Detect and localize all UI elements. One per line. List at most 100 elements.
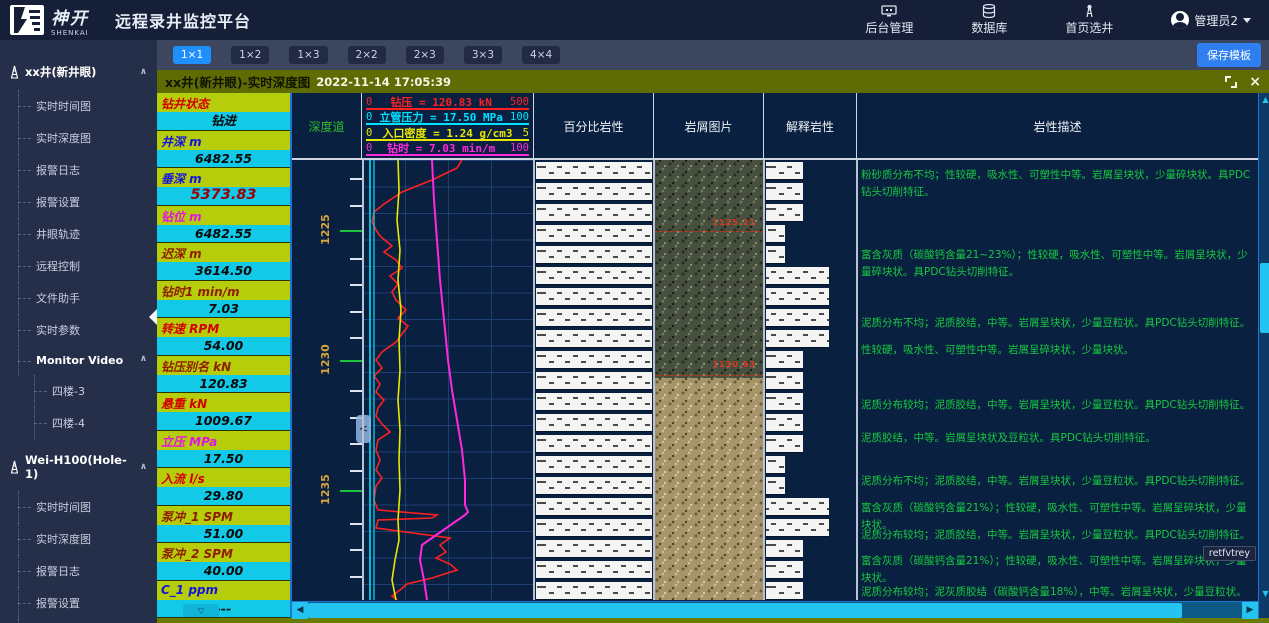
close-icon[interactable]: ×: [1249, 76, 1261, 88]
logo-en: SHENKAI: [51, 29, 89, 37]
sidebar-well-1[interactable]: Wei-H100(Hole-1)∧: [8, 453, 157, 481]
sidebar: xx井(新井眼)∧实时时间图实时深度图报警日志报警设置井眼轨迹远程控制文件助手实…: [0, 40, 157, 623]
litho-strip: [536, 477, 652, 494]
sidebar-item-monitor-video[interactable]: Monitor Video∧: [6, 346, 157, 375]
minor-tick: [350, 258, 362, 260]
app-title: 远程录井监控平台: [115, 8, 251, 32]
sidebar-item-报警设置[interactable]: 报警设置: [6, 587, 157, 619]
sidebar-collapse-handle[interactable]: [149, 308, 157, 326]
curve-入口密度: [392, 160, 401, 600]
cuttings-photo-tan: [654, 378, 764, 600]
logo-cn: 神开: [51, 4, 89, 29]
param-row: 泵冲_2 SPM40.00: [157, 543, 290, 581]
legend-min: 0: [366, 112, 372, 123]
minor-tick: [350, 178, 362, 180]
param-label: 井深 m: [157, 131, 290, 150]
sidebar-item-实时深度图[interactable]: 实时深度图: [6, 523, 157, 555]
litho-strip: [536, 498, 652, 515]
litho-strip: [536, 246, 652, 263]
horizontal-scroll-thumb[interactable]: [308, 603, 1182, 618]
param-row: 转速 RPM54.00: [157, 318, 290, 356]
layout-button-2×3[interactable]: 2×3: [406, 46, 444, 64]
legend-text: 入口密度 = 1.24 g/cm3: [382, 128, 512, 139]
param-label: 泵冲_2 SPM: [157, 543, 290, 562]
layout-button-1×3[interactable]: 1×3: [289, 46, 327, 64]
logo: 神开 SHENKAI: [0, 4, 89, 37]
scroll-up-arrow[interactable]: ▲: [1259, 93, 1269, 107]
scroll-left-arrow[interactable]: ◀: [292, 602, 308, 619]
major-tick: [340, 490, 362, 492]
param-value: 17.50: [157, 450, 290, 468]
nav-backend[interactable]: 后台管理: [865, 4, 913, 36]
sidebar-item-报警日志[interactable]: 报警日志: [6, 555, 157, 587]
vertical-scroll-thumb[interactable]: [1260, 263, 1269, 333]
sidebar-item-井眼轨迹[interactable]: 井眼轨迹: [6, 619, 157, 623]
param-label: 钻位 m: [157, 206, 290, 225]
param-row: 垂深 m5373.83: [157, 168, 290, 206]
layout-buttons: 1×1 1×2 1×3 2×2 2×3 3×3 4×4: [173, 46, 560, 64]
col-header-interp-litho: 解释岩性: [764, 93, 857, 160]
layout-toolbar: 1×1 1×2 1×3 2×2 2×3 3×3 4×4 保存模板: [157, 40, 1269, 70]
sidebar-item-文件助手[interactable]: 文件助手: [6, 282, 157, 314]
user-menu[interactable]: 管理员2: [1171, 11, 1251, 29]
sidebar-item-实时参数[interactable]: 实时参数: [6, 314, 157, 346]
param-value: 40.00: [157, 562, 290, 580]
param-value: 54.00: [157, 337, 290, 355]
expand-icon[interactable]: [1225, 76, 1237, 88]
layout-button-2×2[interactable]: 2×2: [348, 46, 386, 64]
chevron-up-icon: ∧: [140, 462, 147, 472]
nav-database-label: 数据库: [971, 19, 1007, 36]
nav-well-select[interactable]: 首页选井: [1065, 4, 1113, 36]
sidebar-well-0[interactable]: xx井(新井眼)∧: [8, 64, 157, 80]
interp-strip: [766, 225, 785, 242]
save-template-button[interactable]: 保存模板: [1197, 43, 1261, 67]
col-header-cuttings-photo: 岩屑图片: [654, 93, 764, 160]
litho-strip: [536, 162, 652, 179]
param-value: 钻进: [157, 112, 290, 130]
nav-database[interactable]: 数据库: [971, 4, 1007, 36]
legend-max: 500: [510, 97, 529, 108]
param-label: 立压 MPa: [157, 431, 290, 450]
interp-strip: [766, 330, 829, 347]
sidebar-item-报警设置[interactable]: 报警设置: [6, 186, 157, 218]
sidebar-item-实时时间图[interactable]: 实时时间图: [6, 491, 157, 523]
litho-strip: [536, 456, 652, 473]
param-label: 钻压别名 kN: [157, 356, 290, 375]
legend-立管压力: 0立管压力 = 17.50 MPa100: [366, 112, 529, 125]
sidebar-item-四楼-3[interactable]: 四楼-3: [6, 375, 157, 407]
scroll-right-arrow[interactable]: ▶: [1242, 602, 1258, 619]
sidebar-item-井眼轨迹[interactable]: 井眼轨迹: [6, 218, 157, 250]
litho-strip: [536, 288, 652, 305]
param-collapse-handle[interactable]: <: [356, 415, 371, 443]
sidebar-item-四楼-4[interactable]: 四楼-4: [6, 407, 157, 439]
tooltip: retfvtrey: [1203, 546, 1256, 561]
curve-钻时: [420, 160, 468, 600]
param-row: 钻压别名 kN120.83: [157, 356, 290, 394]
sidebar-item-报警日志[interactable]: 报警日志: [6, 154, 157, 186]
chevron-up-icon: ∧: [140, 354, 147, 364]
layout-button-1×2[interactable]: 1×2: [231, 46, 269, 64]
interp-strip: [766, 204, 803, 221]
sidebar-item-远程控制[interactable]: 远程控制: [6, 250, 157, 282]
layout-button-1×1[interactable]: 1×1: [173, 46, 211, 64]
interp-strip: [766, 456, 785, 473]
param-value: 6482.55: [157, 225, 290, 243]
param-row: 入流 l/s29.80: [157, 468, 290, 506]
cuttings-photo-dark: [654, 160, 764, 378]
legend-text: 立管压力 = 17.50 MPa: [379, 112, 502, 123]
layout-button-3×3[interactable]: 3×3: [464, 46, 502, 64]
sidebar-item-实时时间图[interactable]: 实时时间图: [6, 90, 157, 122]
legend-入口密度: 0入口密度 = 1.24 g/cm35: [366, 128, 529, 141]
litho-strip: [536, 393, 652, 410]
param-row: 钻位 m6482.55: [157, 206, 290, 244]
sidebar-item-实时深度图[interactable]: 实时深度图: [6, 122, 157, 154]
param-label: 转速 RPM: [157, 318, 290, 337]
depth-label: 1230: [319, 344, 332, 375]
interp-strip: [766, 351, 803, 368]
layout-button-4×4[interactable]: 4×4: [522, 46, 560, 64]
param-label: 钻时1 min/m: [157, 281, 290, 300]
param-dropdown-button[interactable]: ▽: [183, 604, 219, 617]
scroll-down-arrow[interactable]: ▼: [1259, 587, 1269, 601]
param-value: ---: [157, 600, 290, 618]
litho-description: 粉砂质分布不均；性较硬，吸水性、可塑性中等。岩屑呈块状，少量碎块状。具PDC钻头…: [861, 167, 1254, 201]
